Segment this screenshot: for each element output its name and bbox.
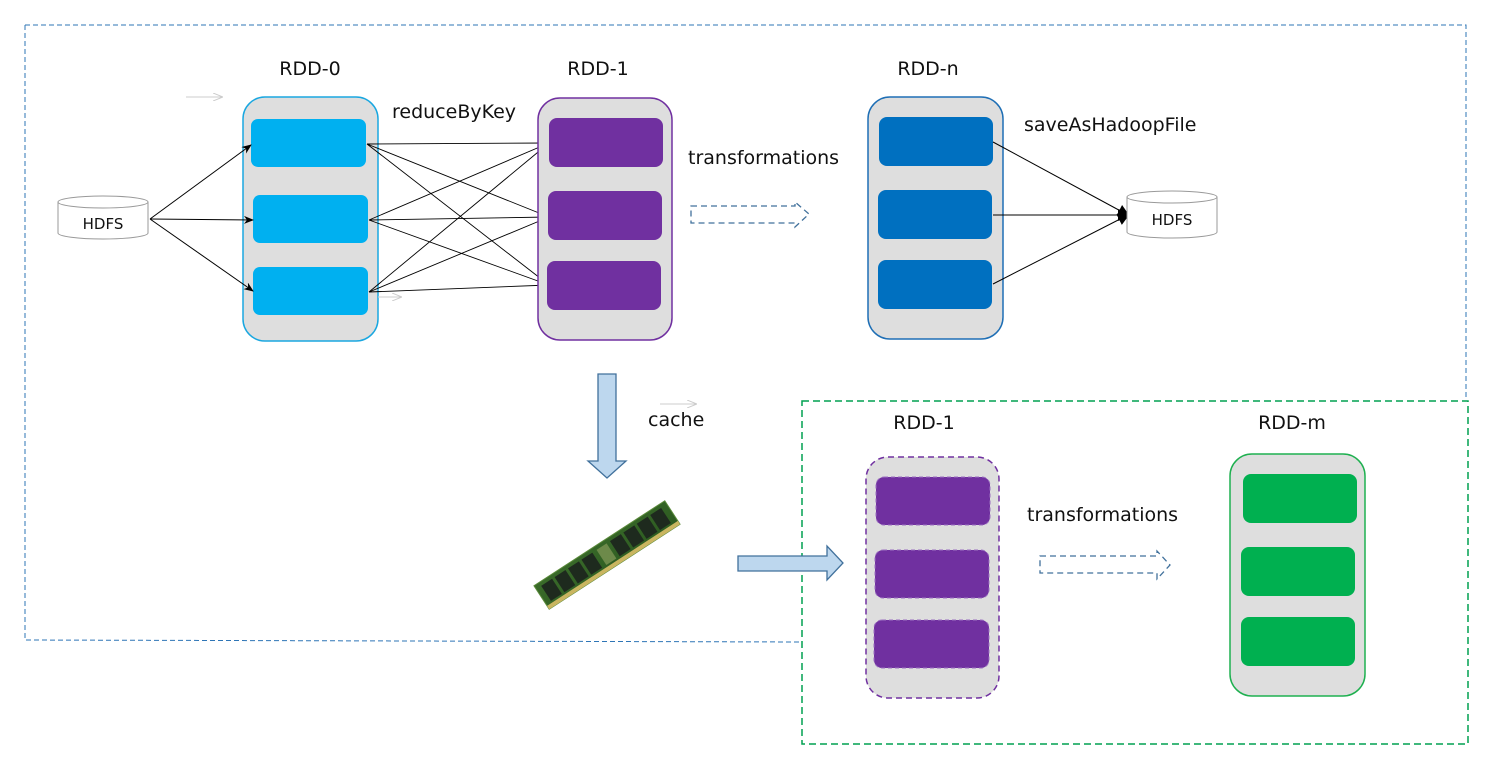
rdd-m-partition [1241,617,1355,666]
transformations-top-arrow [690,200,810,229]
rdd-m-partition [1243,474,1357,523]
rdd-m: RDD-m [1229,412,1366,697]
hdfs-source: HDFS [57,195,149,240]
rdd-n-partition [878,190,992,239]
rdd-0-partition [253,195,368,243]
hdfs-sink: HDFS [1126,190,1218,239]
transformations-top-label: transformations [688,147,839,169]
read-arrows [149,144,254,292]
load-cache-arrow [737,544,844,582]
rdd-1-partition [547,261,661,310]
cache-label: cache [648,409,704,431]
cache-down-arrow [586,373,628,479]
ram-module-icon [533,500,681,610]
rdd-1-cached-title: RDD-1 [893,412,954,434]
hdfs-sink-label: HDFS [1152,211,1193,229]
rdd-0-title: RDD-0 [279,58,340,80]
rdd-1-title: RDD-1 [567,58,628,80]
rdd-1-partition [548,191,662,240]
save-as-hadoop-file-label: saveAsHadoopFile [1024,114,1196,136]
shuffle-arrows [366,137,551,293]
reduce-by-key-label: reduceByKey [392,101,516,123]
rdd-0: RDD-0 [242,58,379,342]
rdd-n-title: RDD-n [897,58,958,80]
rdd-1-cached-partition [874,549,990,599]
rdd-n: RDD-n [867,58,1004,340]
rdd-0-partition [251,119,366,167]
rdd-1-cached: RDD-1 [865,412,1000,699]
transformations-bottom-dashed-arrow [1039,549,1171,581]
rdd-1: RDD-1 [537,58,673,341]
rdd-n-partition [878,260,992,309]
rdd-n-partition [879,117,993,166]
rdd-1-cached-partition [875,476,991,526]
hdfs-source-label: HDFS [83,215,124,233]
transformations-bottom-label: transformations [1027,504,1178,526]
rdd-0-partition [253,267,368,315]
rdd-1-partition [549,118,663,167]
rdd-lineage-diagram: HDFS RDD-0 reduceByKey RDD-1 transformat… [24,24,1469,745]
write-arrows [992,141,1130,285]
rdd-m-partition [1241,547,1355,596]
rdd-1-cached-partition [873,619,990,669]
rdd-m-title: RDD-m [1258,412,1326,434]
